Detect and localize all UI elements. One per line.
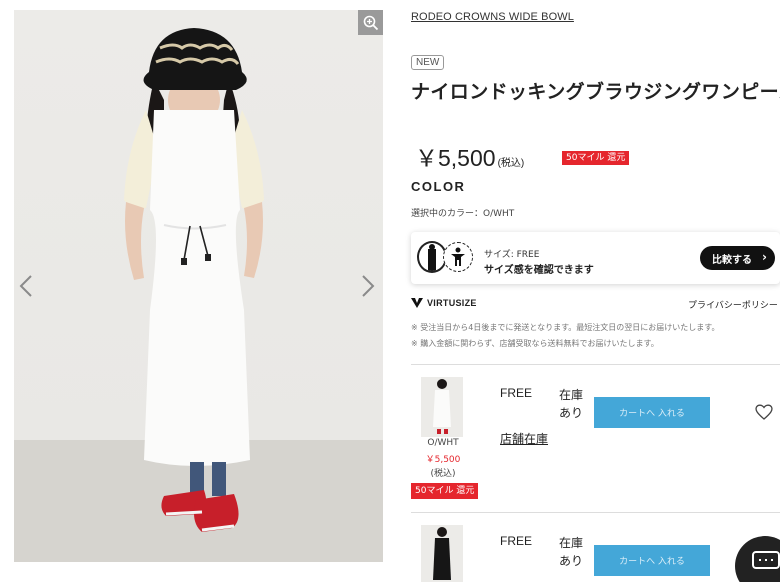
variant-price: ￥5,500 (425, 455, 461, 465)
variant-stock: 在庫あり (559, 536, 584, 568)
divider (411, 364, 780, 365)
product-gallery (0, 0, 395, 582)
virtusize-widget[interactable]: サイズ: FREE サイズ感を確認できます 比較する › (411, 232, 780, 284)
selected-color: 選択中のカラー：O/WHT (411, 209, 515, 219)
model-illustration (14, 28, 383, 562)
zoom-button[interactable] (358, 10, 383, 35)
product-detail-panel: RODEO CROWNS WIDE BOWL NEW ナイロンドッキングブラウジ… (411, 0, 780, 582)
chevron-right-icon (362, 275, 375, 297)
tax-label: (税込) (497, 158, 525, 169)
virtusize-logo: VIRTUSIZE (411, 298, 477, 308)
variant-thumbnail[interactable] (421, 525, 463, 582)
variant-row: O/WHT ￥5,500 (税込) 50マイル 還元 FREE 在庫あり カート… (411, 377, 780, 507)
product-photo[interactable] (14, 10, 383, 562)
variant-size: FREE (500, 386, 533, 400)
variant-thumbnail[interactable] (421, 377, 463, 437)
heart-icon[interactable] (754, 403, 774, 421)
chevron-left-icon (19, 275, 32, 297)
new-badge: NEW (411, 55, 445, 70)
product-title: ナイロンドッキングブラウジングワンピース (411, 81, 780, 103)
color-heading: COLOR (411, 179, 466, 194)
person-icon (443, 242, 473, 272)
brand-link[interactable]: RODEO CROWNS WIDE BOWL (411, 11, 574, 23)
variant-mile-badge: 50マイル 還元 (411, 483, 479, 499)
add-to-cart-button[interactable]: カートへ 入れる (594, 397, 710, 428)
virtusize-prompt: サイズ感を確認できます (484, 265, 594, 276)
free-shipping-note: ※ 購入金額に関わらず、店舗受取なら送料無料でお届けいたします。 (411, 339, 659, 348)
compare-label: 比較する (712, 254, 752, 266)
variant-row: FREE 在庫あり カートへ 入れる (411, 525, 780, 582)
virtusize-logo-text: VIRTUSIZE (427, 298, 477, 308)
privacy-policy-link[interactable]: プライバシーポリシー (688, 298, 778, 311)
variant-stock: 在庫あり (559, 388, 584, 420)
variant-color: O/WHT (427, 438, 459, 448)
divider (411, 512, 780, 513)
chat-icon (752, 551, 780, 569)
virtusize-logo-icon (411, 298, 423, 308)
gallery-next-button[interactable] (358, 272, 378, 300)
gallery-prev-button[interactable] (16, 272, 36, 300)
variant-tax: (税込) (430, 469, 456, 479)
store-stock-link[interactable]: 店舗在庫 (500, 430, 548, 447)
variant-size: FREE (500, 534, 533, 548)
mile-badge: 50マイル 還元 (562, 151, 630, 165)
add-to-cart-button[interactable]: カートへ 入れる (594, 545, 710, 576)
price: ￥5,500 (税込) (415, 139, 524, 173)
compare-button[interactable]: 比較する › (700, 246, 775, 270)
chevron-right-icon: › (762, 250, 767, 264)
shipping-note: ※ 受注当日から4日後までに発送となります。最短注文日の翌日にお届けいたします。 (411, 323, 720, 332)
price-value: ￥5,500 (415, 145, 496, 171)
virtusize-size-line: サイズ: FREE (484, 250, 540, 260)
zoom-icon (363, 15, 378, 30)
